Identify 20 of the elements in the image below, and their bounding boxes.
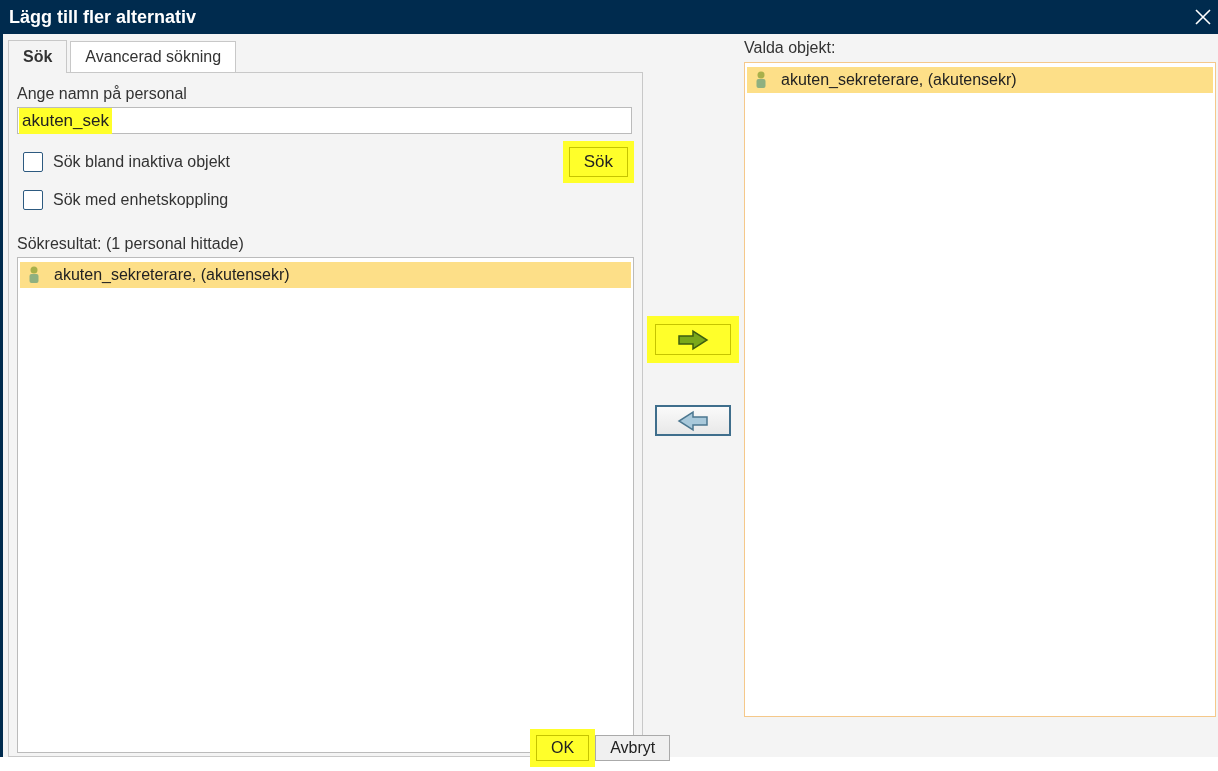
cancel-button[interactable]: Avbryt [595, 735, 671, 761]
selected-item[interactable]: akuten_sekreterare, (akutensekr) [747, 67, 1213, 93]
window-title: Lägg till fler alternativ [9, 6, 197, 28]
person-icon [755, 71, 767, 89]
checkbox-label: Sök med enhetskoppling [53, 191, 229, 209]
selected-label: Valda objekt: [744, 39, 837, 57]
remove-button[interactable] [655, 405, 731, 436]
field-label: Ange namn på personal [17, 85, 188, 103]
checkbox-label: Sök bland inaktiva objekt [53, 153, 230, 171]
checkbox[interactable] [23, 190, 43, 210]
checkbox[interactable] [23, 152, 43, 172]
results-label: Sökresultat: (1 personal hittade) [17, 235, 245, 253]
close-icon[interactable] [1194, 8, 1212, 26]
result-item[interactable]: akuten_sekreterare, (akutensekr) [20, 262, 631, 288]
tab[interactable]: Sök [8, 40, 68, 73]
person-icon [28, 266, 40, 284]
left-arrow-icon [677, 409, 709, 432]
name-input-field[interactable]: akuten_sek [17, 107, 632, 134]
tab[interactable]: Avancerad sökning [70, 41, 237, 72]
right-arrow-icon [677, 328, 709, 351]
